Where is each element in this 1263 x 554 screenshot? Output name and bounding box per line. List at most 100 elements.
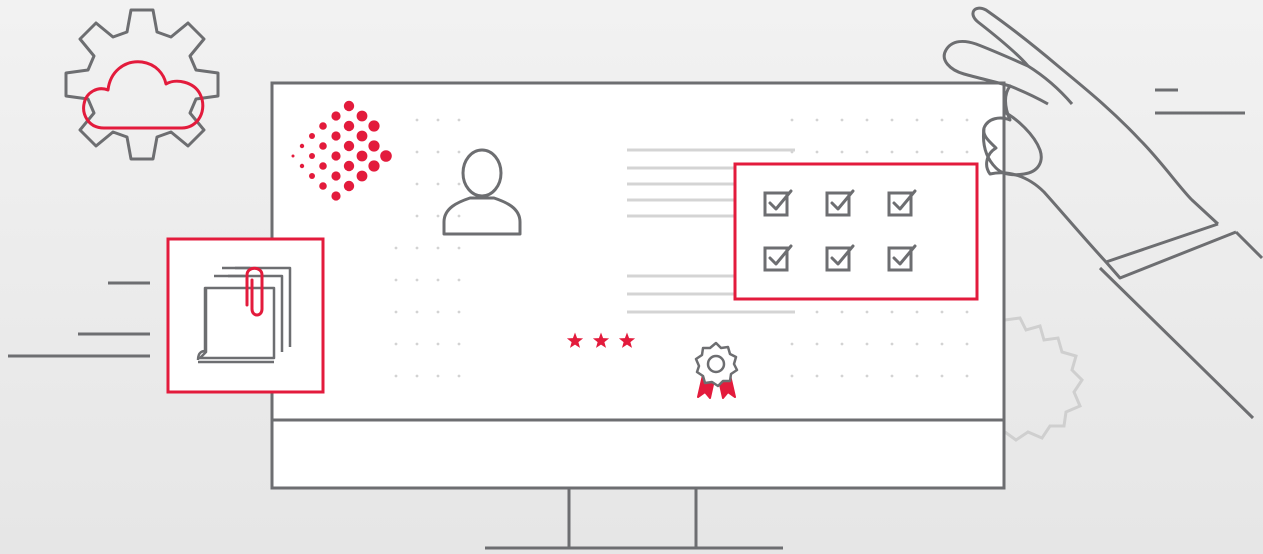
screen-dot: [815, 150, 819, 154]
screen-dot: [965, 342, 969, 346]
screen-dot: [915, 310, 919, 314]
logo-dot: [343, 160, 355, 172]
screen-dot: [815, 118, 819, 122]
screen-dot: [457, 246, 461, 250]
screen-dot: [815, 374, 819, 378]
screen-dot: [940, 310, 944, 314]
screen-dot: [394, 246, 398, 250]
gear-icon: [64, 8, 220, 161]
logo-dot: [319, 182, 327, 190]
screen-dot: [436, 342, 440, 346]
logo-dot: [331, 171, 341, 181]
screen-dot: [457, 374, 461, 378]
screen-dot: [940, 342, 944, 346]
screen-dot: [436, 310, 440, 314]
screen-dot: [890, 310, 894, 314]
motion-lines-left: [8, 281, 150, 358]
screen-dot: [415, 182, 419, 186]
screen-dot: [415, 118, 419, 122]
logo-dot: [331, 111, 341, 121]
screen-dot: [890, 150, 894, 154]
logo-dot: [319, 162, 327, 170]
screen-dot: [436, 246, 440, 250]
screen-dot: [436, 150, 440, 154]
screen-dot: [457, 342, 461, 346]
screen-dot: [457, 118, 461, 122]
screen-dot: [790, 374, 794, 378]
screen-dot: [815, 342, 819, 346]
background-gear-icon: [1004, 316, 1084, 442]
screen-dot: [394, 342, 398, 346]
screen-dot: [865, 342, 869, 346]
screen-dot: [840, 342, 844, 346]
screen-dot: [415, 310, 419, 314]
checkbox-grid-icon: [733, 162, 979, 301]
screen-dot: [915, 118, 919, 122]
screen-dot: [436, 182, 440, 186]
screen-dot: [436, 214, 440, 218]
screen-dot: [865, 310, 869, 314]
screen-dot: [436, 118, 440, 122]
logo-dot: [331, 151, 341, 161]
screen-dot: [865, 374, 869, 378]
screen-dot: [965, 118, 969, 122]
logo-dot: [343, 180, 355, 192]
screen-dot: [457, 150, 461, 154]
logo-dot: [356, 130, 368, 142]
screen-dot: [915, 374, 919, 378]
screen-dot: [394, 310, 398, 314]
screen-dot: [865, 150, 869, 154]
screen-dot: [915, 342, 919, 346]
screen-dot: [415, 374, 419, 378]
screen-dot: [415, 342, 419, 346]
screen-dot: [457, 214, 461, 218]
logo-dot: [291, 154, 295, 158]
screen-dot: [890, 342, 894, 346]
screen-dot: [790, 118, 794, 122]
logo-dot: [299, 163, 305, 169]
screen-dot: [915, 150, 919, 154]
screen-dot: [840, 310, 844, 314]
logo-dot: [331, 131, 341, 141]
logo-dot: [309, 173, 315, 179]
screen-dot: [940, 150, 944, 154]
logo-dot: [380, 150, 392, 162]
logo-dot: [319, 122, 327, 130]
screen-dot: [415, 150, 419, 154]
motion-lines-right: [1155, 88, 1245, 115]
logo-dot: [331, 191, 341, 201]
screen-dot: [457, 278, 461, 282]
screen-dot: [790, 342, 794, 346]
logo-dot: [343, 120, 355, 132]
screen-dot: [940, 118, 944, 122]
logo-dot: [356, 110, 368, 122]
screen-dot: [890, 118, 894, 122]
logo-dot: [368, 140, 380, 152]
screen-dot: [457, 310, 461, 314]
screen-dot: [436, 278, 440, 282]
screen-dot: [865, 118, 869, 122]
screen-dot: [840, 374, 844, 378]
screen-dot: [394, 374, 398, 378]
screen-dot: [940, 374, 944, 378]
screen-dot: [415, 246, 419, 250]
illustration-canvas: [8, 6, 1263, 550]
screen-dot: [965, 150, 969, 154]
screen-dot: [415, 214, 419, 218]
screen-dot: [394, 278, 398, 282]
cloud-icon: [82, 60, 205, 130]
screen-dot: [415, 278, 419, 282]
logo-dot: [309, 153, 315, 159]
monitor-stand: [485, 488, 783, 550]
screen-dot: [840, 118, 844, 122]
screen-dot: [965, 374, 969, 378]
logo-dot: [368, 120, 380, 132]
logo-dot: [299, 143, 305, 149]
screen-dot: [436, 374, 440, 378]
logo-dot: [368, 160, 380, 172]
illustration: [0, 0, 1263, 554]
screen-dot: [890, 374, 894, 378]
document-clip-icon: [166, 237, 325, 394]
screen-dot: [815, 310, 819, 314]
screen-dot: [965, 310, 969, 314]
